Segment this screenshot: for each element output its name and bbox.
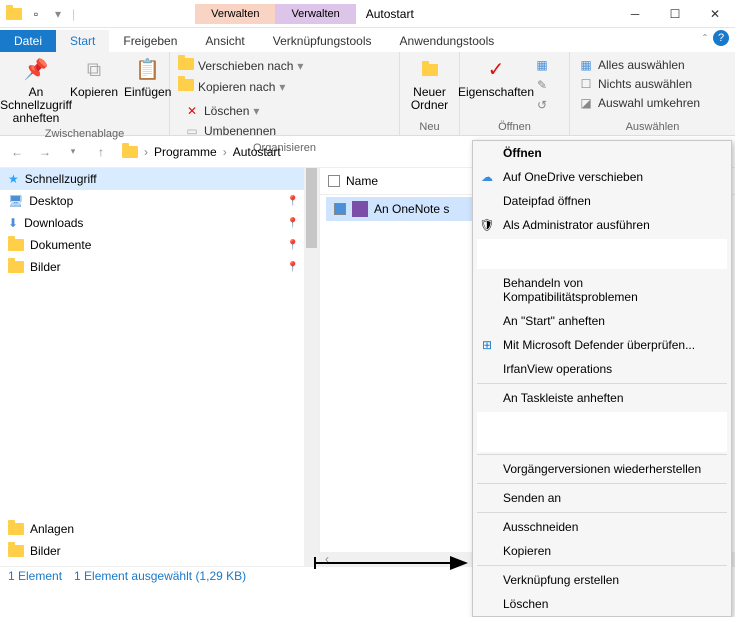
save-qat-icon[interactable]: ▫ [28, 6, 44, 22]
group-zwischenablage: Zwischenablage [8, 126, 161, 140]
sidebar-item-bilder2[interactable]: Bilder [0, 540, 304, 562]
cloud-icon: ☁ [479, 170, 495, 184]
nav-forward-button[interactable]: → [34, 141, 56, 163]
annotation-arrow-icon [310, 552, 470, 574]
ctx-defender[interactable]: ⊞Mit Microsoft Defender überprüfen... [473, 333, 731, 357]
minimize-button[interactable]: ─ [615, 0, 655, 28]
ctx-admin[interactable]: 🛡Als Administrator ausführen [473, 213, 731, 237]
nav-recent-dropdown[interactable]: ▾ [62, 141, 84, 163]
context-menu: Öffnen ☁Auf OneDrive verschieben Dateipf… [472, 140, 732, 617]
ctx-sendto[interactable]: Senden an [473, 486, 731, 510]
ribbon-tabs: Datei Start Freigeben Ansicht Verknüpfun… [0, 28, 735, 52]
status-item-count: 1 Element [8, 569, 62, 583]
folder-move-icon [178, 58, 194, 73]
folder-copy-icon [178, 79, 194, 94]
select-all-icon: ▦ [578, 58, 594, 72]
file-name: An OneNote s [374, 202, 449, 216]
folder-icon [6, 6, 22, 22]
move-to-button[interactable]: Verschieben nach ▾ [178, 56, 303, 75]
delete-x-icon: ✕ [184, 104, 200, 118]
ctx-filepath[interactable]: Dateipfad öffnen [473, 189, 731, 213]
ctx-compat[interactable]: Behandeln von Kompatibilitätsproblemen [473, 271, 731, 309]
file-checkbox[interactable] [334, 203, 346, 215]
pin-icon: 📍 [287, 262, 299, 273]
ctx-taskbar[interactable]: An Taskleiste anheften [473, 386, 731, 410]
sidebar-item-dokumente[interactable]: Dokumente📍 [0, 234, 319, 256]
delete-button[interactable]: ✕Löschen ▾ [184, 102, 276, 120]
copy-button[interactable]: ⧉ Kopieren [70, 56, 118, 99]
star-icon: ★ [8, 172, 19, 186]
contextual-tab-2: Verwalten [275, 4, 355, 24]
collapse-ribbon-icon[interactable]: ˆ [703, 32, 707, 46]
tab-anwendungstools[interactable]: Anwendungstools [386, 30, 509, 52]
qat-dropdown-icon[interactable]: ▾ [50, 6, 66, 22]
open-small-button[interactable]: ▦ [534, 56, 550, 74]
copy-icon: ⧉ [87, 56, 101, 84]
select-none-icon: ☐ [578, 77, 594, 91]
invert-selection-button[interactable]: ◪Auswahl umkehren [578, 94, 700, 112]
onenote-icon [352, 201, 368, 217]
breadcrumb-segment[interactable]: Programme [154, 145, 217, 159]
shield-icon: 🛡 [479, 218, 495, 232]
edit-small-button[interactable]: ✎ [534, 76, 550, 94]
copy-to-button[interactable]: Kopieren nach ▾ [178, 77, 303, 96]
ribbon: 📌 An Schnellzugriff anheften ⧉ Kopieren … [0, 52, 735, 136]
pin-icon: 📍 [287, 196, 299, 207]
title-bar: ▫ ▾ | Verwalten Verwalten Autostart ─ ☐ … [0, 0, 735, 28]
ctx-link[interactable]: Verknüpfung erstellen [473, 568, 731, 592]
rename-button[interactable]: ▭Umbenennen [184, 122, 276, 140]
defender-icon: ⊞ [479, 338, 495, 352]
tab-datei[interactable]: Datei [0, 30, 56, 52]
properties-button[interactable]: ✓ Eigenschaften [468, 56, 524, 99]
column-name[interactable]: Name [346, 174, 378, 188]
ctx-cut[interactable]: Ausschneiden [473, 515, 731, 539]
select-all-button[interactable]: ▦Alles auswählen [578, 56, 700, 74]
new-folder-icon [422, 56, 438, 84]
check-icon: ✓ [488, 56, 505, 84]
tab-verknuepfungstools[interactable]: Verknüpfungstools [259, 30, 386, 52]
window-title: Autostart [366, 7, 414, 21]
ctx-delete[interactable]: Löschen [473, 592, 731, 616]
folder-icon [122, 146, 138, 158]
help-icon[interactable]: ? [713, 30, 729, 46]
pin-quickaccess-button[interactable]: 📌 An Schnellzugriff anheften [8, 56, 64, 126]
sidebar-item-bilder[interactable]: Bilder📍 [0, 256, 319, 278]
select-all-checkbox[interactable] [328, 175, 340, 187]
select-none-button[interactable]: ☐Nichts auswählen [578, 75, 700, 93]
ctx-onedrive[interactable]: ☁Auf OneDrive verschieben [473, 165, 731, 189]
ctx-open[interactable]: Öffnen [473, 141, 731, 165]
contextual-tab-1: Verwalten [195, 4, 275, 24]
new-folder-button[interactable]: Neuer Ordner [408, 56, 451, 112]
nav-up-button[interactable]: ↑ [90, 141, 112, 163]
tab-ansicht[interactable]: Ansicht [191, 30, 258, 52]
sidebar-item-quickaccess[interactable]: ★ Schnellzugriff [0, 168, 319, 190]
nav-pane: ★ Schnellzugriff 🖥Desktop📍 ⬇Downloads📍 D… [0, 168, 320, 566]
close-button[interactable]: ✕ [695, 0, 735, 28]
sidebar-item-desktop[interactable]: 🖥Desktop📍 [0, 190, 319, 212]
ctx-irfan[interactable]: IrfanView operations [473, 357, 731, 381]
paste-icon: 📋 [135, 56, 160, 84]
sidebar-item-downloads[interactable]: ⬇Downloads📍 [0, 212, 319, 234]
sidebar-scrollbar[interactable] [304, 168, 319, 566]
group-neu: Neu [408, 119, 451, 133]
ctx-copy[interactable]: Kopieren [473, 539, 731, 563]
nav-back-button[interactable]: ← [6, 141, 28, 163]
tab-freigeben[interactable]: Freigeben [109, 30, 191, 52]
breadcrumb-segment[interactable]: Autostart [233, 145, 281, 159]
pin-icon: 📌 [24, 56, 49, 84]
status-selection: 1 Element ausgewählt (1,29 KB) [74, 569, 246, 583]
rename-icon: ▭ [184, 124, 200, 138]
group-oeffnen: Öffnen [468, 119, 561, 133]
ctx-prevversions[interactable]: Vorgängerversionen wiederherstellen [473, 457, 731, 481]
pin-icon: 📍 [287, 240, 299, 251]
invert-icon: ◪ [578, 96, 594, 110]
group-auswaehlen: Auswählen [578, 119, 727, 133]
history-small-button[interactable]: ↺ [534, 96, 550, 114]
paste-button[interactable]: 📋 Einfügen [124, 56, 171, 99]
maximize-button[interactable]: ☐ [655, 0, 695, 28]
sidebar-item-anlagen[interactable]: Anlagen [0, 518, 304, 540]
tab-start[interactable]: Start [56, 30, 109, 52]
pin-icon: 📍 [287, 218, 299, 229]
ctx-startpin[interactable]: An "Start" anheften [473, 309, 731, 333]
